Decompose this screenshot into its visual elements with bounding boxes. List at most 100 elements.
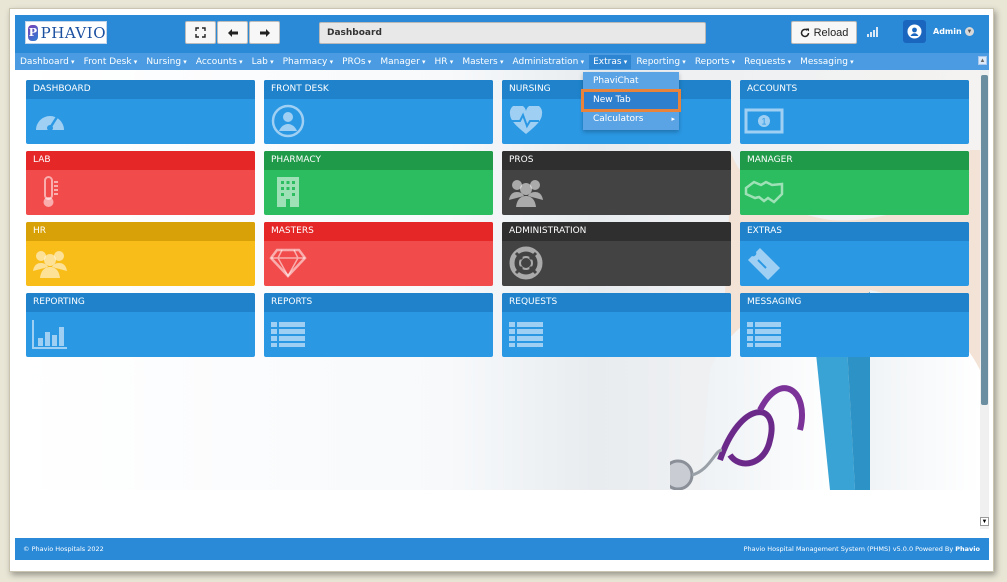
chevron-down-icon: ▾ bbox=[365, 57, 372, 66]
user-menu-chevron-icon[interactable]: ▼ bbox=[965, 27, 974, 36]
chevron-right-icon: ▸ bbox=[671, 115, 675, 123]
tile-pros[interactable]: PROS bbox=[502, 151, 731, 215]
heartbeat-icon bbox=[506, 103, 546, 139]
chevron-down-icon: ▾ bbox=[847, 57, 854, 66]
tile-hr[interactable]: HR bbox=[26, 222, 255, 286]
signal-icon bbox=[867, 27, 878, 37]
reload-button[interactable]: Reload bbox=[791, 21, 857, 44]
menu-item-accounts[interactable]: Accounts ▾ bbox=[196, 57, 243, 67]
logo-mark-icon: P bbox=[28, 24, 38, 41]
tile-title: MASTERS bbox=[264, 222, 493, 241]
list-icon bbox=[744, 316, 784, 352]
diamond-icon bbox=[268, 245, 308, 281]
menu-item-front-desk[interactable]: Front Desk ▾ bbox=[84, 57, 138, 67]
tile-title: HR bbox=[26, 222, 255, 241]
tile-messaging[interactable]: MESSAGING bbox=[740, 293, 969, 357]
tile-front-desk[interactable]: FRONT DESK bbox=[264, 80, 493, 144]
chevron-down-icon: ▾ bbox=[267, 57, 274, 66]
tile-title: EXTRAS bbox=[740, 222, 969, 241]
dashboard-content: DASHBOARD FRONT DESK NURSING ACCOUNTS 1 LAB PH… bbox=[15, 70, 980, 490]
menu-item-masters[interactable]: Masters ▾ bbox=[462, 57, 503, 67]
expand-icon bbox=[195, 27, 206, 38]
tile-extras[interactable]: EXTRAS bbox=[740, 222, 969, 286]
reload-label: Reload bbox=[813, 26, 849, 39]
footer: © Phavio Hospitals 2022 Phavio Hospital … bbox=[15, 538, 989, 560]
footer-system-text: Phavio Hospital Management System (PHMS)… bbox=[743, 545, 954, 553]
chevron-down-icon: ▾ bbox=[181, 57, 187, 66]
tile-title: FRONT DESK bbox=[264, 80, 493, 99]
menu-item-dashboard[interactable]: Dashboard ▾ bbox=[20, 57, 75, 67]
tile-title: ADMINISTRATION bbox=[502, 222, 731, 241]
menu-item-messaging[interactable]: Messaging ▾ bbox=[800, 57, 854, 67]
scroll-down-icon[interactable]: ▼ bbox=[980, 517, 989, 526]
refresh-icon bbox=[800, 28, 809, 37]
tile-title: DASHBOARD bbox=[26, 80, 255, 99]
arrow-right-icon bbox=[259, 28, 270, 37]
menu-item-lab[interactable]: Lab ▾ bbox=[252, 57, 274, 67]
dropdown-item-phavichat[interactable]: PhaviChat bbox=[583, 72, 679, 91]
top-toolbar: P PHAVIO Dashboard Reload Admin ▼ bbox=[15, 15, 989, 53]
menu-item-hr[interactable]: HR ▾ bbox=[435, 57, 454, 67]
user-icon bbox=[268, 103, 308, 139]
team-icon bbox=[30, 245, 70, 281]
footer-copyright: © Phavio Hospitals 2022 bbox=[23, 545, 104, 553]
logo-text: PHAVIO bbox=[40, 23, 106, 42]
chevron-down-icon: ▾ bbox=[327, 57, 334, 66]
tile-administration[interactable]: ADMINISTRATION bbox=[502, 222, 731, 286]
ticket-icon bbox=[744, 245, 784, 281]
tile-title: PROS bbox=[502, 151, 731, 170]
thermometer-icon bbox=[30, 174, 70, 210]
menu-item-requests[interactable]: Requests ▾ bbox=[744, 57, 791, 67]
menu-item-extras[interactable]: Extras ▾ bbox=[589, 54, 632, 69]
tile-pharmacy[interactable]: PHARMACY bbox=[264, 151, 493, 215]
menu-item-manager[interactable]: Manager ▾ bbox=[380, 57, 425, 67]
tile-requests[interactable]: REQUESTS bbox=[502, 293, 731, 357]
menu-item-nursing[interactable]: Nursing ▾ bbox=[146, 57, 187, 67]
menu-item-reporting[interactable]: Reporting ▾ bbox=[636, 57, 686, 67]
fullscreen-button[interactable] bbox=[185, 21, 216, 44]
dropdown-item-calculators[interactable]: Calculators ▸ bbox=[583, 110, 679, 129]
tile-title: MANAGER bbox=[740, 151, 969, 170]
menu-item-pros[interactable]: PROs ▾ bbox=[342, 57, 371, 67]
extras-dropdown-menu: PhaviChat New Tab Calculators ▸ bbox=[581, 72, 681, 130]
footer-brand-link[interactable]: Phavio bbox=[955, 545, 980, 553]
tile-reporting[interactable]: REPORTING bbox=[26, 293, 255, 357]
chevron-down-icon: ▾ bbox=[497, 57, 504, 66]
menu-item-administration[interactable]: Administration ▾ bbox=[513, 57, 585, 67]
footer-system-info: Phavio Hospital Management System (PHMS)… bbox=[744, 545, 980, 553]
tile-title: REPORTS bbox=[264, 293, 493, 312]
menu-item-pharmacy[interactable]: Pharmacy ▾ bbox=[283, 57, 334, 67]
back-button[interactable] bbox=[217, 21, 248, 44]
avatar[interactable] bbox=[903, 20, 926, 43]
tile-title: LAB bbox=[26, 151, 255, 170]
dropdown-item-label: New Tab bbox=[593, 95, 631, 105]
list-icon bbox=[268, 316, 308, 352]
tile-lab[interactable]: LAB bbox=[26, 151, 255, 215]
tile-dashboard[interactable]: DASHBOARD bbox=[26, 80, 255, 144]
tile-manager[interactable]: MANAGER bbox=[740, 151, 969, 215]
vertical-scrollbar[interactable]: ▼ bbox=[980, 70, 989, 529]
tile-reports[interactable]: REPORTS bbox=[264, 293, 493, 357]
dropdown-item-new-tab[interactable]: New Tab bbox=[581, 89, 681, 112]
chevron-down-icon: ▾ bbox=[68, 57, 75, 66]
address-bar[interactable]: Dashboard bbox=[319, 22, 706, 44]
user-name[interactable]: Admin bbox=[933, 27, 962, 36]
scrollbar-thumb[interactable] bbox=[981, 75, 988, 405]
forward-button[interactable] bbox=[249, 21, 280, 44]
tile-accounts[interactable]: ACCOUNTS 1 bbox=[740, 80, 969, 144]
tile-title: MESSAGING bbox=[740, 293, 969, 312]
tile-title: REQUESTS bbox=[502, 293, 731, 312]
chevron-down-icon: ▾ bbox=[729, 57, 736, 66]
bar-chart-icon bbox=[30, 316, 70, 352]
tile-masters[interactable]: MASTERS bbox=[264, 222, 493, 286]
main-menu-bar: Dashboard ▾ Front Desk ▾ Nursing ▾ Accounts… bbox=[15, 53, 989, 70]
speedometer-icon bbox=[30, 103, 70, 139]
app-logo[interactable]: P PHAVIO bbox=[25, 21, 107, 44]
handshake-icon bbox=[744, 174, 784, 210]
tile-title: REPORTING bbox=[26, 293, 255, 312]
collapse-menu-icon[interactable]: ▲ bbox=[978, 56, 987, 65]
menu-item-reports[interactable]: Reports ▾ bbox=[695, 57, 735, 67]
money-icon: 1 bbox=[744, 103, 784, 139]
users-icon bbox=[506, 174, 546, 210]
chevron-down-icon: ▾ bbox=[236, 57, 243, 66]
